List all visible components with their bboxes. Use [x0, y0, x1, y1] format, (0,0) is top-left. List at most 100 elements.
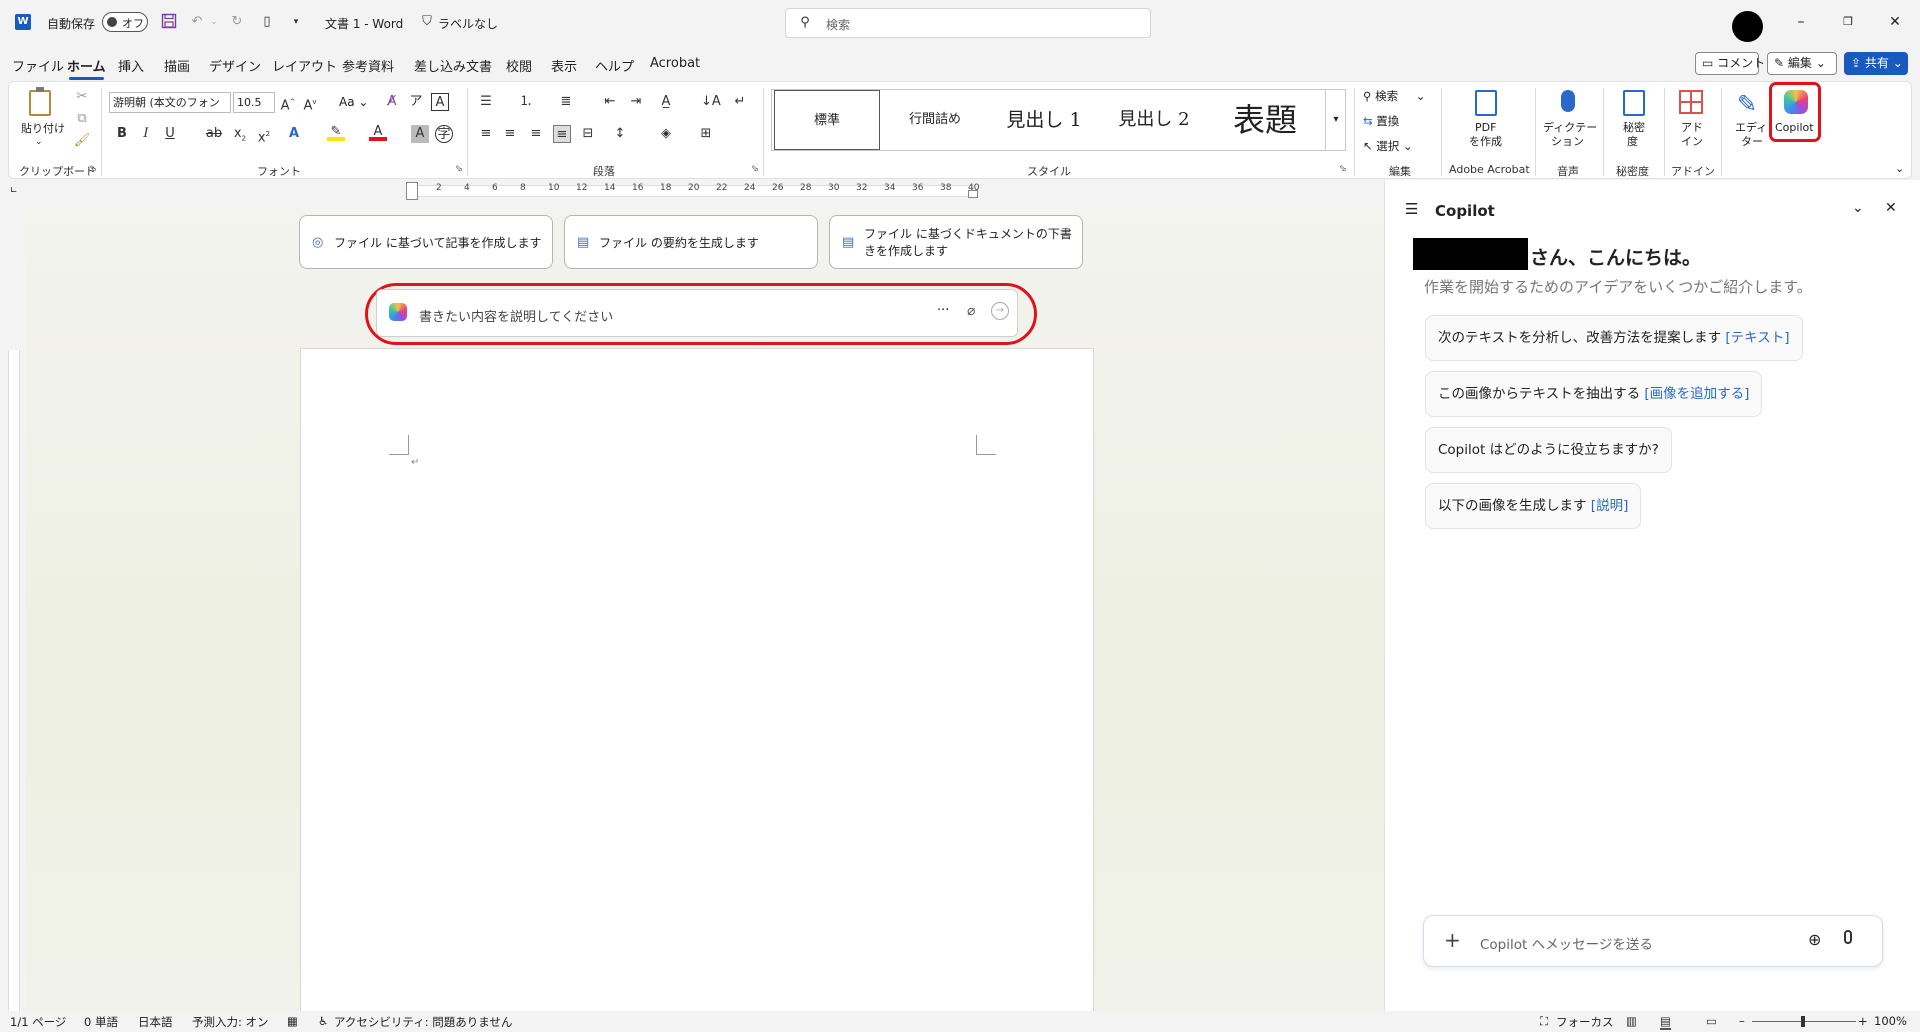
customize-qat-icon[interactable]: ▾ [287, 13, 305, 31]
collapse-ribbon-icon[interactable]: ⌄ [1895, 162, 1904, 175]
clear-format-icon[interactable]: A̸ [383, 93, 401, 111]
tab-layout[interactable]: レイアウト [272, 56, 337, 75]
justify-icon[interactable]: ≡ [553, 125, 571, 143]
search-box[interactable]: ⚲ 検索 [785, 8, 1151, 38]
print-preview-icon[interactable]: ▯ [258, 13, 276, 31]
tab-review[interactable]: 校閲 [506, 56, 532, 75]
styles-more-icon[interactable]: ▾ [1325, 90, 1346, 150]
tab-home[interactable]: ホーム [67, 56, 106, 80]
copy-icon[interactable]: ⧉ [73, 110, 91, 128]
autosave-toggle[interactable]: オフ [102, 12, 148, 32]
close-icon[interactable]: ✕ [1880, 10, 1910, 34]
more-options-icon[interactable]: ··· [937, 303, 949, 318]
strikethrough-icon[interactable]: ab [205, 125, 223, 143]
focus-icon[interactable]: ⛶ [1540, 1014, 1548, 1029]
sensitivity-button[interactable]: 秘密 度 [1609, 88, 1659, 158]
select-button[interactable]: ↖ 選択 ⌄ [1363, 138, 1413, 154]
tab-help[interactable]: ヘルプ [595, 56, 634, 75]
dialog-launcher-icon[interactable]: ⬂ [455, 164, 463, 174]
plus-icon[interactable]: + [1444, 928, 1461, 952]
tab-view[interactable]: 表示 [551, 56, 577, 75]
save-icon[interactable] [160, 13, 178, 31]
zoom-out-icon[interactable]: – [1739, 1014, 1745, 1028]
line-spacing-icon[interactable]: ↕ [611, 125, 629, 143]
numbering-icon[interactable]: ⒈ [517, 93, 535, 111]
print-layout-icon[interactable]: ▤ [1660, 1014, 1671, 1030]
underline-icon[interactable]: U [161, 125, 179, 143]
dialog-launcher-icon[interactable]: ⬂ [89, 164, 97, 174]
replace-button[interactable]: ⇆ 置換 [1363, 113, 1399, 129]
increase-indent-icon[interactable]: ⇥ [627, 93, 645, 111]
tab-file[interactable]: ファイル [12, 56, 64, 75]
italic-icon[interactable]: I [137, 125, 155, 143]
prompt-placeholder[interactable]: 書きたい内容を説明してください [419, 306, 613, 325]
close-pane-icon[interactable]: ✕ [1885, 200, 1897, 216]
cut-icon[interactable]: ✂ [73, 88, 91, 106]
zoom-in-icon[interactable]: + [1858, 1014, 1868, 1028]
tab-insert[interactable]: 挿入 [118, 56, 144, 75]
font-name-combo[interactable]: 游明朝 (本文のフォン [109, 92, 231, 113]
focus-mode[interactable]: フォーカス [1556, 1014, 1614, 1030]
document-page[interactable]: ↵ [300, 348, 1094, 1023]
suggestion-extract-text[interactable]: この画像からテキストを抽出する [画像を追加する] [1425, 371, 1763, 417]
east-asian-layout-icon[interactable]: A̲ [657, 93, 675, 111]
shading-icon[interactable]: ◈ [657, 125, 675, 143]
grow-font-icon[interactable]: A^ [279, 93, 297, 113]
text-effects-icon[interactable]: A [285, 125, 303, 143]
avatar[interactable] [1732, 11, 1763, 42]
suggestion-chip-draft[interactable]: ▤ ファイル に基づくドキュメントの下書きを作成します [829, 215, 1083, 269]
zoom-level[interactable]: 100% [1874, 1014, 1907, 1028]
format-painter-icon[interactable]: 🖌 [73, 132, 91, 150]
hamburger-icon[interactable]: ☰ [1405, 200, 1418, 218]
find-button[interactable]: ⚲ 検索 ⌄ [1363, 88, 1425, 104]
subscript-icon[interactable]: x2 [231, 125, 249, 143]
copilot-message-input[interactable]: + Copilot へメッセージを送る ⊕ [1423, 915, 1883, 967]
style-no-spacing[interactable]: 行間詰め [882, 90, 988, 150]
shield-icon[interactable]: ⛉ [418, 13, 436, 31]
style-normal[interactable]: 標準 [774, 90, 880, 150]
enclose-characters-icon[interactable]: 字 [435, 125, 453, 143]
ruler-tab-selector[interactable]: ∟ [10, 186, 18, 196]
editor-button[interactable]: ✎ エディ ター [1727, 88, 1771, 158]
multilevel-list-icon[interactable]: ≣ [557, 93, 575, 111]
tab-mailings[interactable]: 差し込み文書 [414, 56, 492, 75]
style-title[interactable]: 表題 [1210, 90, 1320, 150]
undo-icon[interactable]: ↶ [188, 13, 206, 31]
align-left-icon[interactable]: ≡ [477, 125, 495, 143]
suggestion-generate-image[interactable]: 以下の画像を生成します [説明] [1425, 483, 1642, 529]
paste-button[interactable]: 貼り付け ⌄ [19, 87, 65, 148]
sensitivity-label-text[interactable]: ラベルなし [438, 15, 498, 32]
comment-button[interactable]: ▭ コメント [1695, 52, 1765, 75]
change-case-button[interactable]: Aa ⌄ [339, 95, 368, 109]
attach-icon[interactable]: ⌀ [967, 303, 975, 319]
web-layout-icon[interactable]: ▭ [1706, 1014, 1717, 1028]
dialog-launcher-icon[interactable]: ⬂ [751, 164, 759, 174]
shrink-font-icon[interactable]: Av [301, 93, 319, 113]
zoom-slider-thumb[interactable] [1801, 1016, 1805, 1027]
character-border-icon[interactable]: A [431, 93, 449, 111]
font-size-combo[interactable]: 10.5 [233, 92, 275, 113]
copilot-prompt-box[interactable]: 書きたい内容を説明してください ··· ⌀ → [376, 289, 1018, 337]
send-icon[interactable]: → [991, 302, 1009, 320]
borders-icon[interactable]: ⊞ [697, 125, 715, 143]
styles-gallery[interactable]: 標準 行間詰め 見出し 1 見出し 2 表題 ▾ [771, 89, 1346, 151]
dictate-button[interactable]: ディクテー ション [1541, 88, 1597, 158]
dialog-launcher-icon[interactable]: ⬂ [1339, 164, 1347, 174]
tab-references[interactable]: 参考資料 [342, 56, 394, 75]
addins-button[interactable]: アド イン [1669, 88, 1713, 158]
tab-design[interactable]: デザイン [209, 56, 261, 75]
microphone-icon[interactable] [1844, 930, 1852, 944]
phonetic-guide-icon[interactable]: ア [407, 93, 425, 111]
share-button[interactable]: ⇪ 共有 ⌄ [1844, 52, 1908, 75]
style-heading-1[interactable]: 見出し 1 [990, 90, 1098, 150]
bold-icon[interactable]: B [113, 125, 131, 143]
highlight-icon[interactable]: ✎ [327, 123, 345, 141]
predictive-input[interactable]: 予測入力: オン [192, 1014, 269, 1030]
style-heading-2[interactable]: 見出し 2 [1100, 90, 1208, 150]
undo-dropdown-icon[interactable]: ⌄ [205, 13, 223, 31]
character-shading-icon[interactable]: A [411, 125, 429, 143]
suggestion-chip-article[interactable]: ◎ ファイル に基づいて記事を作成します [299, 215, 553, 269]
read-mode-icon[interactable]: ▥ [1626, 1014, 1637, 1028]
edit-mode-button[interactable]: ✎ 編集 ⌄ [1767, 52, 1837, 75]
globe-icon[interactable]: ⊕ [1808, 930, 1821, 949]
